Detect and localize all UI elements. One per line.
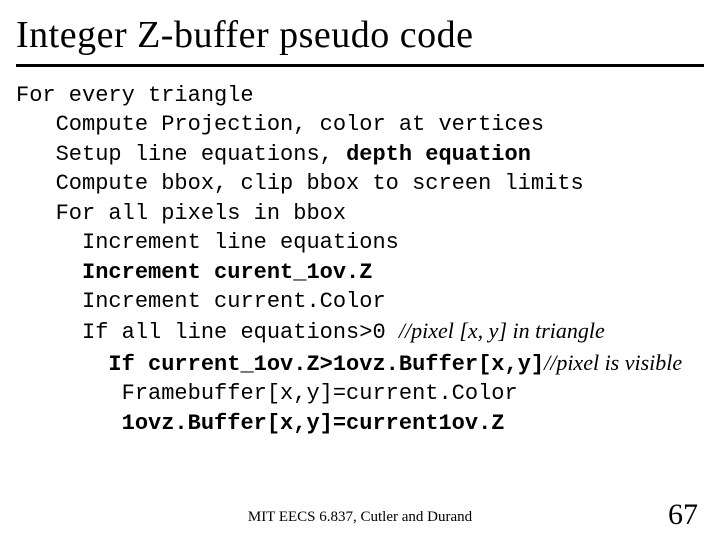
code-line-7-bold: Increment curent_1ov.Z bbox=[82, 260, 372, 285]
code-line-10-comment: //pixel is visible bbox=[544, 350, 682, 375]
code-line-3a: Setup line equations, bbox=[56, 142, 346, 167]
code-line-4: Compute bbox, clip bbox to screen limits bbox=[56, 171, 584, 196]
code-line-12-bold: 1ovz.Buffer[x,y]=current1ov.Z bbox=[122, 411, 505, 436]
code-line-5: For all pixels in bbox bbox=[56, 201, 346, 226]
code-line-9-comment: //pixel [x, y] in triangle bbox=[399, 318, 605, 343]
code-line-3b-bold: depth equation bbox=[346, 142, 531, 167]
code-line-2: Compute Projection, color at vertices bbox=[56, 112, 544, 137]
page-number: 67 bbox=[668, 498, 698, 532]
code-line-1: For every triangle bbox=[16, 83, 254, 108]
code-line-8: Increment current.Color bbox=[82, 289, 386, 314]
title-underline bbox=[16, 64, 704, 67]
footer-attribution: MIT EECS 6.837, Cutler and Durand bbox=[248, 509, 472, 526]
code-line-6: Increment line equations bbox=[82, 230, 399, 255]
code-line-11: Framebuffer[x,y]=current.Color bbox=[122, 381, 518, 406]
pseudocode-block: For every triangle Compute Projection, c… bbox=[16, 81, 704, 439]
code-line-9a: If all line equations>0 bbox=[82, 320, 399, 345]
code-line-10a-bold: If current_1ov.Z>1ovz.Buffer[x,y] bbox=[108, 352, 544, 377]
slide: Integer Z-buffer pseudo code For every t… bbox=[0, 0, 720, 540]
slide-title: Integer Z-buffer pseudo code bbox=[16, 14, 704, 58]
